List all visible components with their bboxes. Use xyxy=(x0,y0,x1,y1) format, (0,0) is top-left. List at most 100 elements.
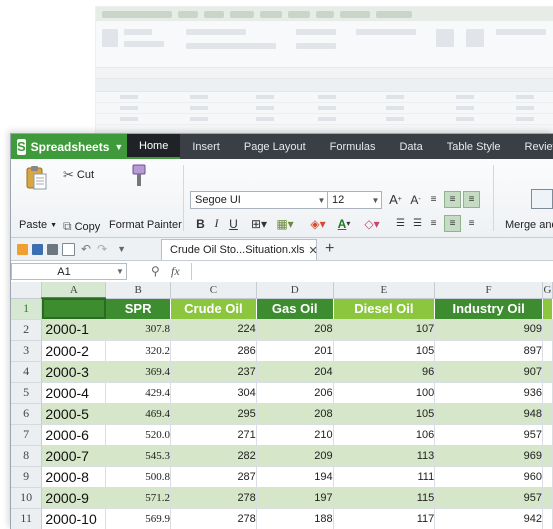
cell-spr[interactable]: 320.2 xyxy=(106,340,171,361)
cell-gas-oil[interactable]: 206 xyxy=(256,382,333,403)
align-left-button[interactable]: ≡ xyxy=(425,215,442,232)
underline-button[interactable]: U xyxy=(225,215,242,232)
cell-spr[interactable]: 469.4 xyxy=(106,403,171,424)
cell-diesel-oil[interactable]: 100 xyxy=(333,382,435,403)
cell-crude-oil[interactable]: 224 xyxy=(171,319,257,340)
tab-review[interactable]: Review xyxy=(513,134,553,159)
cell-industry-oil[interactable]: 969 xyxy=(435,445,543,466)
cell-g[interactable] xyxy=(542,508,552,529)
cell-industry-oil[interactable]: 936 xyxy=(435,382,543,403)
cell-diesel-oil[interactable]: 107 xyxy=(333,319,435,340)
open-file-icon[interactable] xyxy=(17,244,28,255)
cell-g[interactable] xyxy=(542,466,552,487)
cell-date[interactable]: 2000-9 xyxy=(42,487,106,508)
cell-gas-oil[interactable]: 210 xyxy=(256,424,333,445)
row-header[interactable]: 10 xyxy=(11,487,42,508)
paste-button[interactable]: Paste ▼ xyxy=(19,219,57,231)
cell-spr[interactable]: 307.8 xyxy=(106,319,171,340)
cell-date[interactable]: 2000-7 xyxy=(42,445,106,466)
column-header-b[interactable]: B xyxy=(106,282,171,298)
borders-button[interactable]: ⊞▾ xyxy=(247,215,271,232)
row-header[interactable]: 2 xyxy=(11,319,42,340)
cell-date[interactable]: 2000-10 xyxy=(42,508,106,529)
cell-gas-oil[interactable]: 188 xyxy=(256,508,333,529)
cell-crude-oil[interactable]: 304 xyxy=(171,382,257,403)
cell-diesel-oil[interactable]: 115 xyxy=(333,487,435,508)
align-middle-button[interactable]: ≡ xyxy=(425,191,442,208)
cell-gas-oil[interactable]: 208 xyxy=(256,403,333,424)
cell-diesel-oil[interactable]: 96 xyxy=(333,361,435,382)
cell-industry-oil[interactable]: 907 xyxy=(435,361,543,382)
font-size-select[interactable]: 12 ▼ xyxy=(327,191,382,209)
row-header[interactable]: 8 xyxy=(11,445,42,466)
row-header[interactable]: 4 xyxy=(11,361,42,382)
cell-gas-oil[interactable]: 201 xyxy=(256,340,333,361)
tab-insert[interactable]: Insert xyxy=(180,134,232,159)
select-all-corner[interactable] xyxy=(11,282,42,298)
cell-crude-oil[interactable]: 237 xyxy=(171,361,257,382)
undo-icon[interactable]: ↶ xyxy=(81,242,91,256)
zoom-icon[interactable]: ⚲ xyxy=(151,264,160,278)
cell-spr[interactable]: 571.2 xyxy=(106,487,171,508)
row-header[interactable]: 5 xyxy=(11,382,42,403)
column-header-c[interactable]: C xyxy=(171,282,257,298)
cell-date[interactable]: 2000-5 xyxy=(42,403,106,424)
function-icon[interactable]: fx xyxy=(171,264,180,279)
fill-color-button[interactable]: ◈▾ xyxy=(306,215,330,232)
tab-table-style[interactable]: Table Style xyxy=(435,134,513,159)
cell-crude-oil[interactable]: 278 xyxy=(171,508,257,529)
header-cell-a1[interactable] xyxy=(42,298,106,319)
column-header-a[interactable]: A xyxy=(42,282,106,298)
cell-gas-oil[interactable]: 208 xyxy=(256,319,333,340)
cell-g[interactable] xyxy=(542,403,552,424)
header-cell-crude-oil[interactable]: Crude Oil xyxy=(171,298,257,319)
row-header[interactable]: 11 xyxy=(11,508,42,529)
print-icon[interactable] xyxy=(47,244,58,255)
column-header-g[interactable]: G xyxy=(542,282,552,298)
row-header[interactable]: 6 xyxy=(11,403,42,424)
cell-industry-oil[interactable]: 942 xyxy=(435,508,543,529)
cell-date[interactable]: 2000-8 xyxy=(42,466,106,487)
font-name-select[interactable]: Segoe UI ▼ xyxy=(190,191,328,209)
indent-decrease-button[interactable]: ☰ xyxy=(392,215,409,232)
shrink-font-button[interactable]: A- xyxy=(407,191,424,208)
cell-diesel-oil[interactable]: 113 xyxy=(333,445,435,466)
header-cell-spr[interactable]: SPR xyxy=(106,298,171,319)
cell-date[interactable]: 2000-1 xyxy=(42,319,106,340)
cell-industry-oil[interactable]: 948 xyxy=(435,403,543,424)
formula-input[interactable] xyxy=(191,263,553,280)
merge-button[interactable]: Merge and xyxy=(505,219,553,231)
format-painter-button[interactable]: Format Painter xyxy=(109,219,182,231)
row-header[interactable]: 7 xyxy=(11,424,42,445)
cell-gas-oil[interactable]: 209 xyxy=(256,445,333,466)
row-header-1[interactable]: 1 xyxy=(11,298,42,319)
cell-spr[interactable]: 369.4 xyxy=(106,361,171,382)
column-header-d[interactable]: D xyxy=(256,282,333,298)
column-header-e[interactable]: E xyxy=(333,282,435,298)
tab-home[interactable]: Home xyxy=(127,134,180,159)
cell-spr[interactable]: 429.4 xyxy=(106,382,171,403)
cell-spr[interactable]: 569.9 xyxy=(106,508,171,529)
cell-diesel-oil[interactable]: 106 xyxy=(333,424,435,445)
cell-crude-oil[interactable]: 271 xyxy=(171,424,257,445)
cell-date[interactable]: 2000-6 xyxy=(42,424,106,445)
align-bottom-button[interactable]: ≡ xyxy=(463,191,480,208)
header-cell-industry-oil[interactable]: Industry Oil xyxy=(435,298,543,319)
cell-date[interactable]: 2000-3 xyxy=(42,361,106,382)
cell-g[interactable] xyxy=(542,382,552,403)
column-header-f[interactable]: F xyxy=(435,282,543,298)
header-cell-diesel-oil[interactable]: Diesel Oil xyxy=(333,298,435,319)
tab-formulas[interactable]: Formulas xyxy=(318,134,388,159)
cell-g[interactable] xyxy=(542,487,552,508)
name-box[interactable]: A1 ▼ xyxy=(11,263,127,280)
bold-button[interactable]: B xyxy=(192,215,209,232)
print-preview-icon[interactable] xyxy=(62,243,75,256)
app-menu-button[interactable]: S Spreadsheets ▼ xyxy=(11,134,127,159)
cell-crude-oil[interactable]: 286 xyxy=(171,340,257,361)
save-icon[interactable] xyxy=(32,244,43,255)
copy-button[interactable]: ⧉ Copy xyxy=(63,219,100,234)
cell-spr[interactable]: 545.3 xyxy=(106,445,171,466)
cell-industry-oil[interactable]: 909 xyxy=(435,319,543,340)
row-header[interactable]: 3 xyxy=(11,340,42,361)
cell-g[interactable] xyxy=(542,319,552,340)
